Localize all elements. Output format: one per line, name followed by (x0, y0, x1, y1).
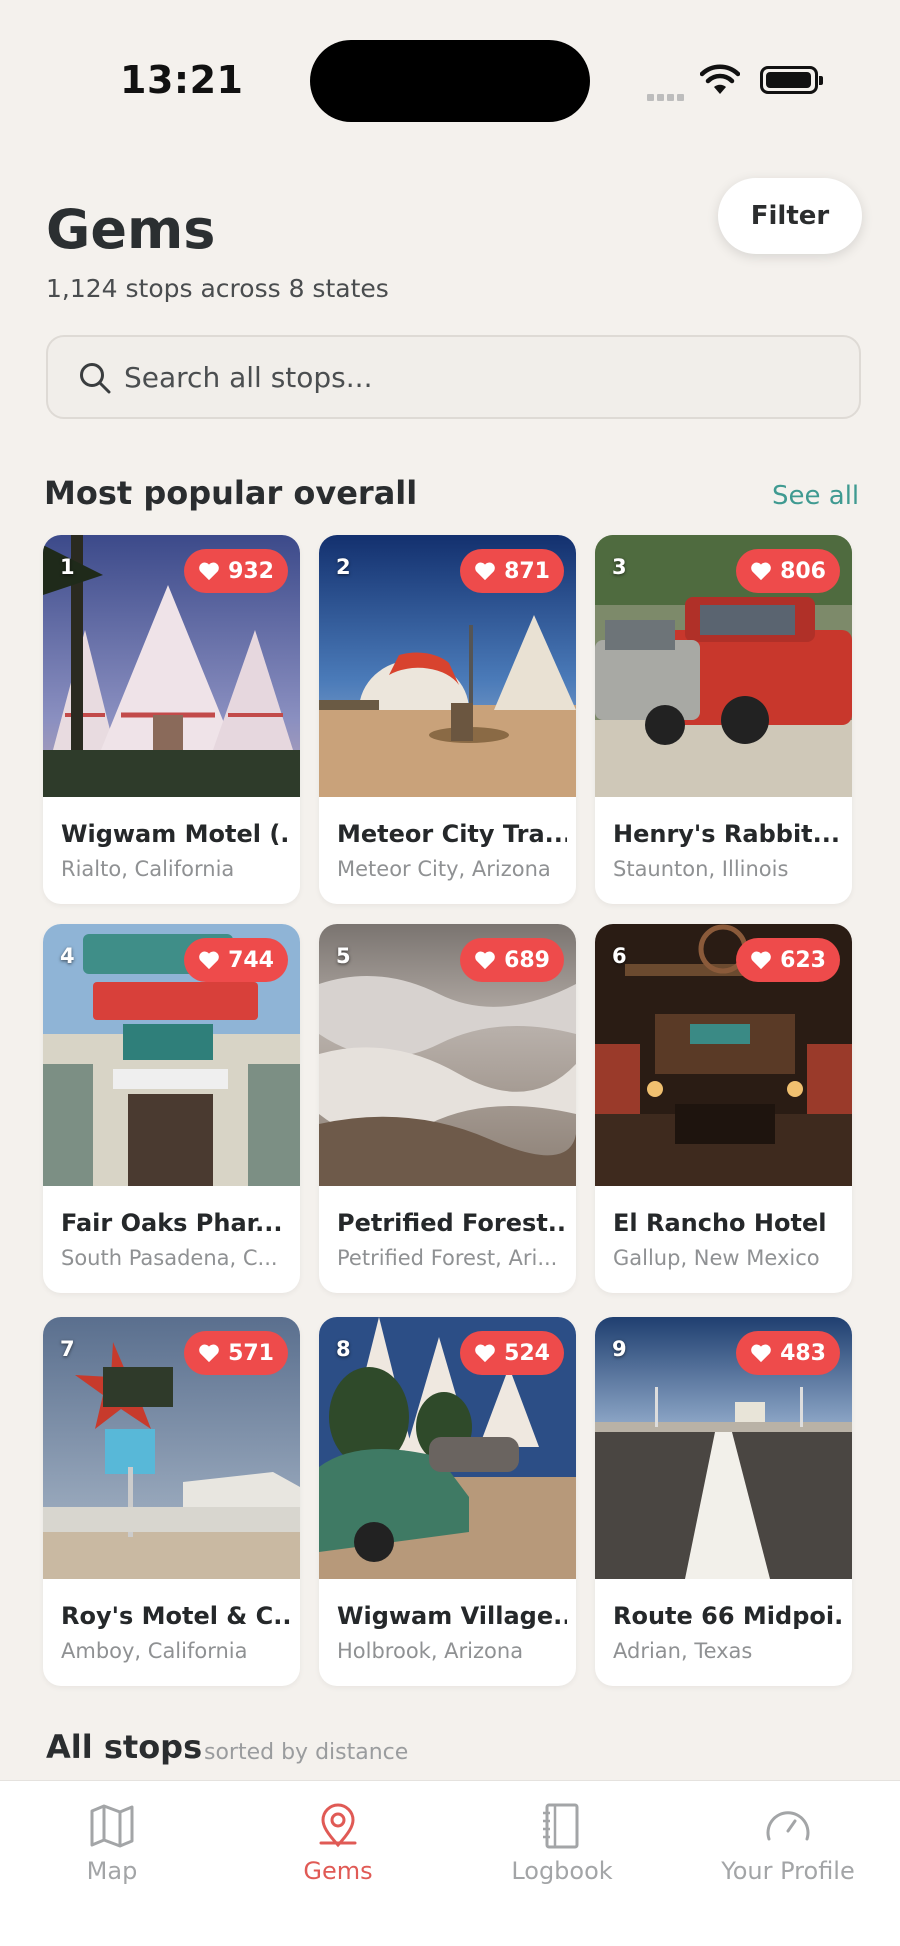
heart-icon (751, 951, 771, 970)
gem-card[interactable]: 9 483 Route 66 Midpoi... Adrian, Texas (595, 1317, 852, 1686)
likes-count: 932 (228, 558, 274, 584)
status-time: 13:21 (120, 58, 244, 102)
heart-icon (199, 1344, 219, 1363)
tab-label: Map (86, 1857, 138, 1885)
gem-name: Meteor City Tra... (337, 820, 567, 848)
likes-badge[interactable]: 689 (460, 938, 564, 982)
gem-location: Gallup, New Mexico (613, 1246, 820, 1270)
location-pin-icon (319, 1803, 357, 1848)
gem-card[interactable]: 4 744 Fair Oaks Phar... South Pasadena, … (43, 924, 300, 1293)
gem-name: Fair Oaks Phar... (61, 1209, 283, 1237)
page-title: Gems (46, 198, 216, 261)
gem-location: Amboy, California (61, 1639, 248, 1663)
search-icon (80, 363, 111, 394)
heart-icon (199, 562, 219, 581)
see-all-link[interactable]: See all (772, 481, 859, 511)
likes-count: 571 (228, 1340, 274, 1366)
heart-icon (475, 562, 495, 581)
gem-card[interactable]: 6 623 El Rancho Hotel Gallup, New Mexico (595, 924, 852, 1293)
tab-gems[interactable]: Gems (238, 1801, 438, 1885)
gem-card[interactable]: 2 871 Meteor City Tra... Meteor City, Ar… (319, 535, 576, 904)
wifi-icon (700, 64, 740, 94)
likes-count: 483 (780, 1340, 826, 1366)
heart-icon (475, 1344, 495, 1363)
gem-name: Wigwam Village... (337, 1602, 567, 1630)
tab-label: Logbook (511, 1857, 613, 1885)
filter-button[interactable]: Filter (718, 178, 862, 254)
gem-location: Rialto, California (61, 857, 235, 881)
gem-location: Adrian, Texas (613, 1639, 753, 1663)
rank-label: 4 (60, 944, 75, 968)
likes-count: 524 (504, 1340, 550, 1366)
map-icon (90, 1804, 134, 1848)
likes-badge[interactable]: 623 (736, 938, 840, 982)
heart-icon (751, 562, 771, 581)
gem-card[interactable]: 7 571 Roy's Motel & C... Amboy, Californ… (43, 1317, 300, 1686)
likes-badge[interactable]: 806 (736, 549, 840, 593)
search-bar[interactable] (46, 335, 861, 419)
tab-bar: Map Gems Logbook Your Profile (0, 1780, 900, 1946)
gem-name: Henry's Rabbit... (613, 820, 841, 848)
rank-label: 1 (60, 555, 75, 579)
section-title-popular: Most popular overall (44, 474, 418, 512)
rank-label: 8 (336, 1337, 351, 1361)
rank-label: 5 (336, 944, 351, 968)
status-bar: 13:21 (0, 0, 900, 150)
tab-logbook[interactable]: Logbook (462, 1801, 662, 1885)
section-title-all-stops: All stops (46, 1728, 203, 1766)
rank-label: 7 (60, 1337, 75, 1361)
likes-badge[interactable]: 744 (184, 938, 288, 982)
gem-name: Route 66 Midpoi... (613, 1602, 843, 1630)
tab-label: Gems (303, 1857, 373, 1885)
rank-label: 6 (612, 944, 627, 968)
heart-icon (199, 951, 219, 970)
gem-name: Petrified Forest... (337, 1209, 567, 1237)
heart-icon (751, 1344, 771, 1363)
page-subtitle: 1,124 stops across 8 states (46, 274, 389, 303)
search-input[interactable] (124, 351, 824, 403)
heart-icon (475, 951, 495, 970)
rank-label: 2 (336, 555, 351, 579)
gem-location: South Pasadena, C... (61, 1246, 278, 1270)
gem-location: Meteor City, Arizona (337, 857, 551, 881)
likes-badge[interactable]: 932 (184, 549, 288, 593)
gem-location: Holbrook, Arizona (337, 1639, 524, 1663)
sort-note: sorted by distance (204, 1740, 409, 1765)
likes-count: 744 (228, 947, 274, 973)
likes-badge[interactable]: 483 (736, 1331, 840, 1375)
likes-badge[interactable]: 524 (460, 1331, 564, 1375)
battery-icon (760, 66, 823, 94)
gem-location: Petrified Forest, Ari... (337, 1246, 558, 1270)
likes-count: 871 (504, 558, 550, 584)
likes-badge[interactable]: 571 (184, 1331, 288, 1375)
gem-name: El Rancho Hotel (613, 1209, 827, 1237)
likes-count: 623 (780, 947, 826, 973)
tab-your-profile[interactable]: Your Profile (688, 1801, 888, 1885)
gem-card[interactable]: 8 524 Wigwam Village... Holbrook, Arizon… (319, 1317, 576, 1686)
likes-count: 689 (504, 947, 550, 973)
rank-label: 3 (612, 555, 627, 579)
gem-card[interactable]: 5 689 Petrified Forest... Petrified Fore… (319, 924, 576, 1293)
gem-card[interactable]: 3 806 Henry's Rabbit... Staunton, Illino… (595, 535, 852, 904)
gem-name: Wigwam Motel (... (61, 820, 291, 848)
gem-name: Roy's Motel & C... (61, 1602, 291, 1630)
tab-label: Your Profile (721, 1857, 855, 1885)
cellular-signal-icon (647, 86, 687, 105)
gem-card[interactable]: 1 932 Wigwam Motel (... Rialto, Californ… (43, 535, 300, 904)
rank-label: 9 (612, 1337, 627, 1361)
gauge-icon (766, 1811, 810, 1841)
likes-count: 806 (780, 558, 826, 584)
gem-location: Staunton, Illinois (613, 857, 789, 881)
notebook-icon (543, 1803, 579, 1849)
dynamic-island (310, 40, 590, 122)
tab-map[interactable]: Map (12, 1801, 212, 1885)
likes-badge[interactable]: 871 (460, 549, 564, 593)
